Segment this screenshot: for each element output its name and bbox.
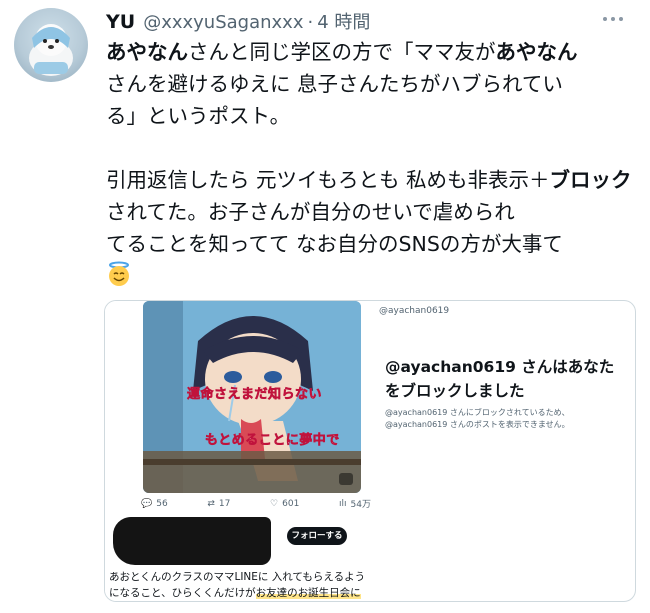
view-count[interactable]: ılı 54万	[339, 497, 371, 511]
heart-icon: ♡	[270, 498, 279, 509]
emphasis-text: あやなん	[495, 40, 578, 64]
text-span: る」というポスト。	[106, 104, 291, 128]
blocked-subtitle: @ayachan0619 さんにブロックされているため、@ayachan0619…	[385, 408, 570, 429]
text-span: さんを避けるゆえに 息子さんたちがハブられてい	[106, 72, 563, 96]
emphasis-text: あやなん	[106, 40, 188, 64]
tweet-paragraph-2: 引用返信したら 元ツイもろとも 私めも非表示＋ブロックされてた。お子さんが自分の…	[106, 164, 636, 292]
view-count-value: 54万	[350, 500, 371, 510]
redaction-scribble	[113, 517, 271, 565]
quoted-image-card[interactable]: 運命さえまだ知らない もとめることに夢中で 💬 56 ⇄ 17 ♡ 601 ılı 54…	[104, 300, 636, 602]
snippet-line-1: あおとくんのクラスのママLINEに 入れてもらえるよう	[109, 571, 366, 583]
avatar-image	[29, 24, 73, 76]
smiling-face-with-halo-icon	[109, 261, 129, 286]
reply-count[interactable]: 💬 56	[141, 497, 168, 510]
reply-count-value: 56	[156, 498, 168, 509]
snippet-highlight: お友達のお誕生日会に	[255, 587, 361, 599]
emphasis-text: ブロック	[549, 168, 632, 192]
right-screenshot: @ayachan0619 @ayachan0619 さんはあなたをブロックしまし…	[375, 301, 635, 601]
repost-count[interactable]: ⇄ 17	[207, 497, 230, 510]
text-span: 引用返信したら 元ツイもろとも 私めも非表示＋	[106, 168, 550, 192]
lyrics-line-1: 運命さえまだ知らない	[187, 387, 323, 403]
text-span: さんと同じ学区の方で「ママ友が	[188, 40, 496, 64]
text-span: てることを知ってて なお自分のSNSの方が大事て	[106, 232, 563, 256]
repost-count-value: 17	[218, 498, 231, 509]
mute-icon[interactable]	[339, 473, 353, 485]
views-icon: ılı	[339, 498, 347, 509]
display-name[interactable]: YU	[106, 11, 135, 33]
video-thumbnail[interactable]: 運命さえまだ知らない もとめることに夢中で	[143, 301, 361, 493]
left-screenshot: 運命さえまだ知らない もとめることに夢中で 💬 56 ⇄ 17 ♡ 601 ılı 54…	[105, 301, 373, 601]
tweet-text: あやなんさんと同じ学区の方で「ママ友があやなんさんを避けるゆえに 息子さんたちが…	[106, 36, 636, 292]
reply-icon: 💬	[141, 498, 153, 509]
like-count[interactable]: ♡ 601	[270, 497, 299, 510]
tweet-header: YU @xxxyuSaganxxx · 4 時間	[106, 8, 370, 36]
snippet-line-2a: になること、ひらくくんだけが	[109, 587, 256, 599]
avatar[interactable]	[14, 8, 88, 82]
tweet-paragraph-1: あやなんさんと同じ学区の方で「ママ友があやなんさんを避けるゆえに 息子さんたちが…	[106, 36, 636, 132]
more-options-icon[interactable]	[603, 12, 629, 26]
lyrics-line-2: もとめることに夢中で	[205, 433, 340, 449]
follow-button[interactable]: フォローする	[287, 527, 347, 545]
blocked-title: @ayachan0619 さんはあなたをブロックしました	[385, 358, 615, 400]
like-count-value: 601	[282, 498, 300, 509]
blocked-account-handle: @ayachan0619	[379, 306, 450, 316]
text-span: されてた。お子さんが自分のせいで虐められ	[106, 200, 515, 224]
timestamp[interactable]: 4 時間	[317, 8, 370, 34]
engagement-stats: 💬 56 ⇄ 17 ♡ 601 ılı 54万	[141, 497, 371, 511]
separator: ·	[307, 12, 314, 33]
repost-icon: ⇄	[207, 498, 215, 509]
user-handle[interactable]: @xxxyuSaganxxx	[143, 12, 303, 33]
quoted-post-snippet: あおとくんのクラスのママLINEに 入れてもらえるよう になること、ひらくくんだ…	[109, 569, 371, 601]
